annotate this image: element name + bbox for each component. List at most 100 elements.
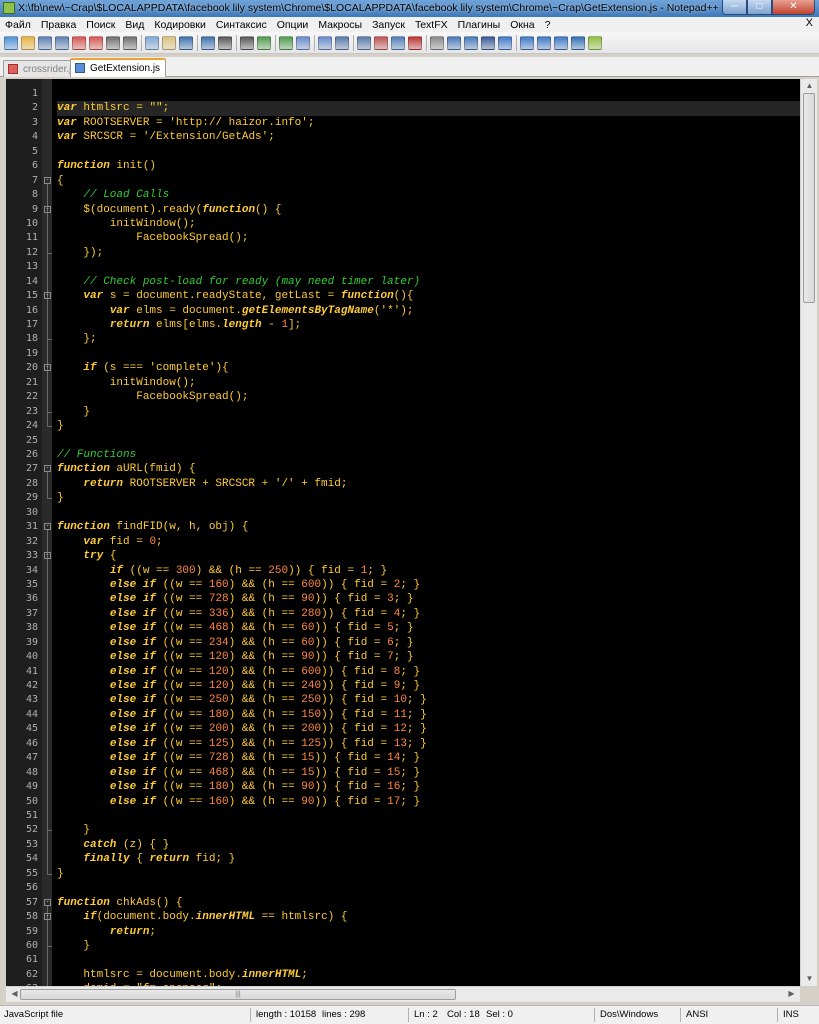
undo-icon[interactable]	[179, 36, 193, 50]
code-line[interactable]: }	[57, 419, 800, 433]
code-line[interactable]	[57, 881, 800, 895]
code-line[interactable]: try {	[57, 549, 800, 563]
code-line[interactable]: else if ((w == 728) && (h == 90)) { fid …	[57, 592, 800, 606]
open-in-browser-icon[interactable]	[571, 36, 585, 50]
code-line[interactable]: else if ((w == 160) && (h == 90)) { fid …	[57, 795, 800, 809]
stop-icon[interactable]	[430, 36, 444, 50]
code-line[interactable]: function init()	[57, 159, 800, 173]
code-line[interactable]: FacebookSpread();	[57, 390, 800, 404]
minimize-button[interactable]: ─	[722, 0, 747, 15]
new-file-icon[interactable]	[4, 36, 18, 50]
sync-v-icon[interactable]	[296, 36, 310, 50]
lang-icon[interactable]	[391, 36, 405, 50]
menu-item[interactable]: Макросы	[313, 19, 367, 31]
fold-toggle-icon[interactable]: -	[44, 465, 51, 473]
code-line[interactable]	[57, 347, 800, 361]
code-line[interactable]	[57, 87, 800, 101]
open-file-icon[interactable]	[21, 36, 35, 50]
wrap-icon[interactable]	[335, 36, 349, 50]
code-line[interactable]: var s = document.readyState, getLast = f…	[57, 289, 800, 303]
code-line[interactable]: catch (z) { }	[57, 838, 800, 852]
maximize-button[interactable]: □	[747, 0, 772, 15]
code-line[interactable]: htmlsrc = document.body.innerHTML;	[57, 968, 800, 982]
menu-item[interactable]: Окна	[505, 19, 539, 31]
tab-getextension[interactable]: GetExtension.js	[70, 58, 167, 77]
menu-item[interactable]: Кодировки	[149, 19, 210, 31]
code-line[interactable]: else if ((w == 336) && (h == 280)) { fid…	[57, 607, 800, 621]
code-line[interactable]	[57, 953, 800, 967]
save-macro-icon[interactable]	[481, 36, 495, 50]
code-line[interactable]	[57, 809, 800, 823]
vertical-scroll-thumb[interactable]	[803, 93, 815, 303]
cut-icon[interactable]	[123, 36, 137, 50]
code-line[interactable]: else if ((w == 468) && (h == 15)) { fid …	[57, 766, 800, 780]
close-window-button[interactable]: ✕	[772, 0, 815, 15]
code-line[interactable]: return ROOTSERVER + SRCSCR + '/' + fmid;	[57, 477, 800, 491]
code-line[interactable]: if (s === 'complete'){	[57, 361, 800, 375]
code-line[interactable]: // Check post-load for ready (may need t…	[57, 275, 800, 289]
fold-toggle-icon[interactable]: -	[44, 552, 51, 560]
menu-item[interactable]: TextFX	[410, 19, 453, 31]
save-all-icon[interactable]	[55, 36, 69, 50]
code-line[interactable]: initWindow();	[57, 376, 800, 390]
copy-icon[interactable]	[145, 36, 159, 50]
fold-toggle-icon[interactable]: -	[44, 205, 51, 213]
play-multi-icon[interactable]	[464, 36, 478, 50]
menu-item[interactable]: Опции	[272, 19, 314, 31]
code-line[interactable]: var htmlsrc = "";	[57, 101, 800, 116]
code-line[interactable]: }	[57, 405, 800, 419]
redo-icon[interactable]	[201, 36, 215, 50]
menu-item[interactable]: Правка	[36, 19, 81, 31]
close-document-button[interactable]: X	[806, 17, 813, 29]
save-icon[interactable]	[38, 36, 52, 50]
prev-icon[interactable]	[520, 36, 534, 50]
menu-item[interactable]: Файл	[0, 19, 36, 31]
code-line[interactable]: return elms[elms.length - 1];	[57, 318, 800, 332]
fold-toggle-icon[interactable]: -	[44, 523, 51, 531]
code-line[interactable]: initWindow();	[57, 217, 800, 231]
vertical-scrollbar[interactable]: ▲ ▼	[800, 79, 817, 986]
scroll-right-icon[interactable]: ▶	[783, 987, 800, 1001]
menu-item[interactable]: ?	[540, 19, 556, 31]
code-line[interactable]: else if ((w == 120) && (h == 90)) { fid …	[57, 650, 800, 664]
code-line[interactable]: function findFID(w, h, obj) {	[57, 520, 800, 534]
horizontal-scroll-thumb[interactable]: |||	[20, 989, 456, 1000]
code-line[interactable]: var SRCSCR = '/Extension/GetAds';	[57, 130, 800, 144]
code-line[interactable]: FacebookSpread();	[57, 231, 800, 245]
close-icon[interactable]	[72, 36, 86, 50]
zoom-out-icon[interactable]	[279, 36, 293, 50]
fold-toggle-icon[interactable]: -	[44, 292, 51, 300]
code-line[interactable]: else if ((w == 120) && (h == 600)) { fid…	[57, 665, 800, 679]
print-icon[interactable]	[106, 36, 120, 50]
fold-toggle-icon[interactable]: -	[44, 176, 51, 184]
code-editor[interactable]: 1 2 3 4 5 6 7 8 9 10 11 12 13 14 15 16 17 18 19 20 21 22 23 24 2…	[6, 79, 800, 986]
scroll-up-icon[interactable]: ▲	[801, 79, 818, 93]
sync-h-icon[interactable]	[318, 36, 332, 50]
code-line[interactable]: var elms = document.getElementsByTagName…	[57, 304, 800, 318]
spellcheck-icon[interactable]	[588, 36, 602, 50]
code-line[interactable]: else if ((w == 200) && (h == 200)) { fid…	[57, 722, 800, 736]
menu-item[interactable]: Синтаксис	[211, 19, 272, 31]
replace-icon[interactable]	[240, 36, 254, 50]
play-icon[interactable]	[447, 36, 461, 50]
code-line[interactable]: function aURL(fmid) {	[57, 462, 800, 476]
zoom-in-icon[interactable]	[257, 36, 271, 50]
menu-item[interactable]: Вид	[120, 19, 149, 31]
code-line[interactable]: if ((w == 300) && (h == 250)) { fid = 1;…	[57, 564, 800, 578]
code-line[interactable]: else if ((w == 160) && (h == 600)) { fid…	[57, 578, 800, 592]
record-icon[interactable]	[408, 36, 422, 50]
code-line[interactable]: return;	[57, 925, 800, 939]
code-line[interactable]: else if ((w == 234) && (h == 60)) { fid …	[57, 636, 800, 650]
code-line[interactable]	[57, 506, 800, 520]
code-line[interactable]: });	[57, 246, 800, 260]
menu-item[interactable]: Плагины	[453, 19, 506, 31]
code-line[interactable]	[57, 434, 800, 448]
code-line[interactable]: }	[57, 939, 800, 953]
code-line[interactable]: {	[57, 174, 800, 188]
code-line[interactable]: else if ((w == 468) && (h == 60)) { fid …	[57, 621, 800, 635]
menu-item[interactable]: Поиск	[81, 19, 120, 31]
code-line[interactable]: }	[57, 823, 800, 837]
find-icon[interactable]	[218, 36, 232, 50]
code-line[interactable]	[57, 145, 800, 159]
code-line[interactable]: var ROOTSERVER = 'http:// haizor.info';	[57, 116, 800, 130]
